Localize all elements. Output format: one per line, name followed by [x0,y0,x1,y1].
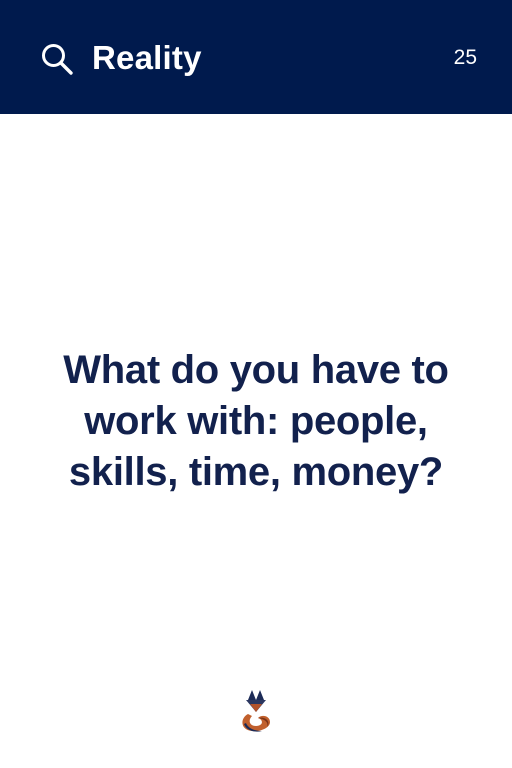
card: Reality 25 What do you have to work with… [0,0,512,768]
question-text: What do you have to work with: people, s… [63,348,449,494]
search-icon[interactable] [40,42,74,76]
fox-logo-icon [236,688,276,734]
card-title: Reality [92,39,202,76]
card-header: Reality 25 [0,0,512,114]
card-number: 25 [453,46,477,69]
